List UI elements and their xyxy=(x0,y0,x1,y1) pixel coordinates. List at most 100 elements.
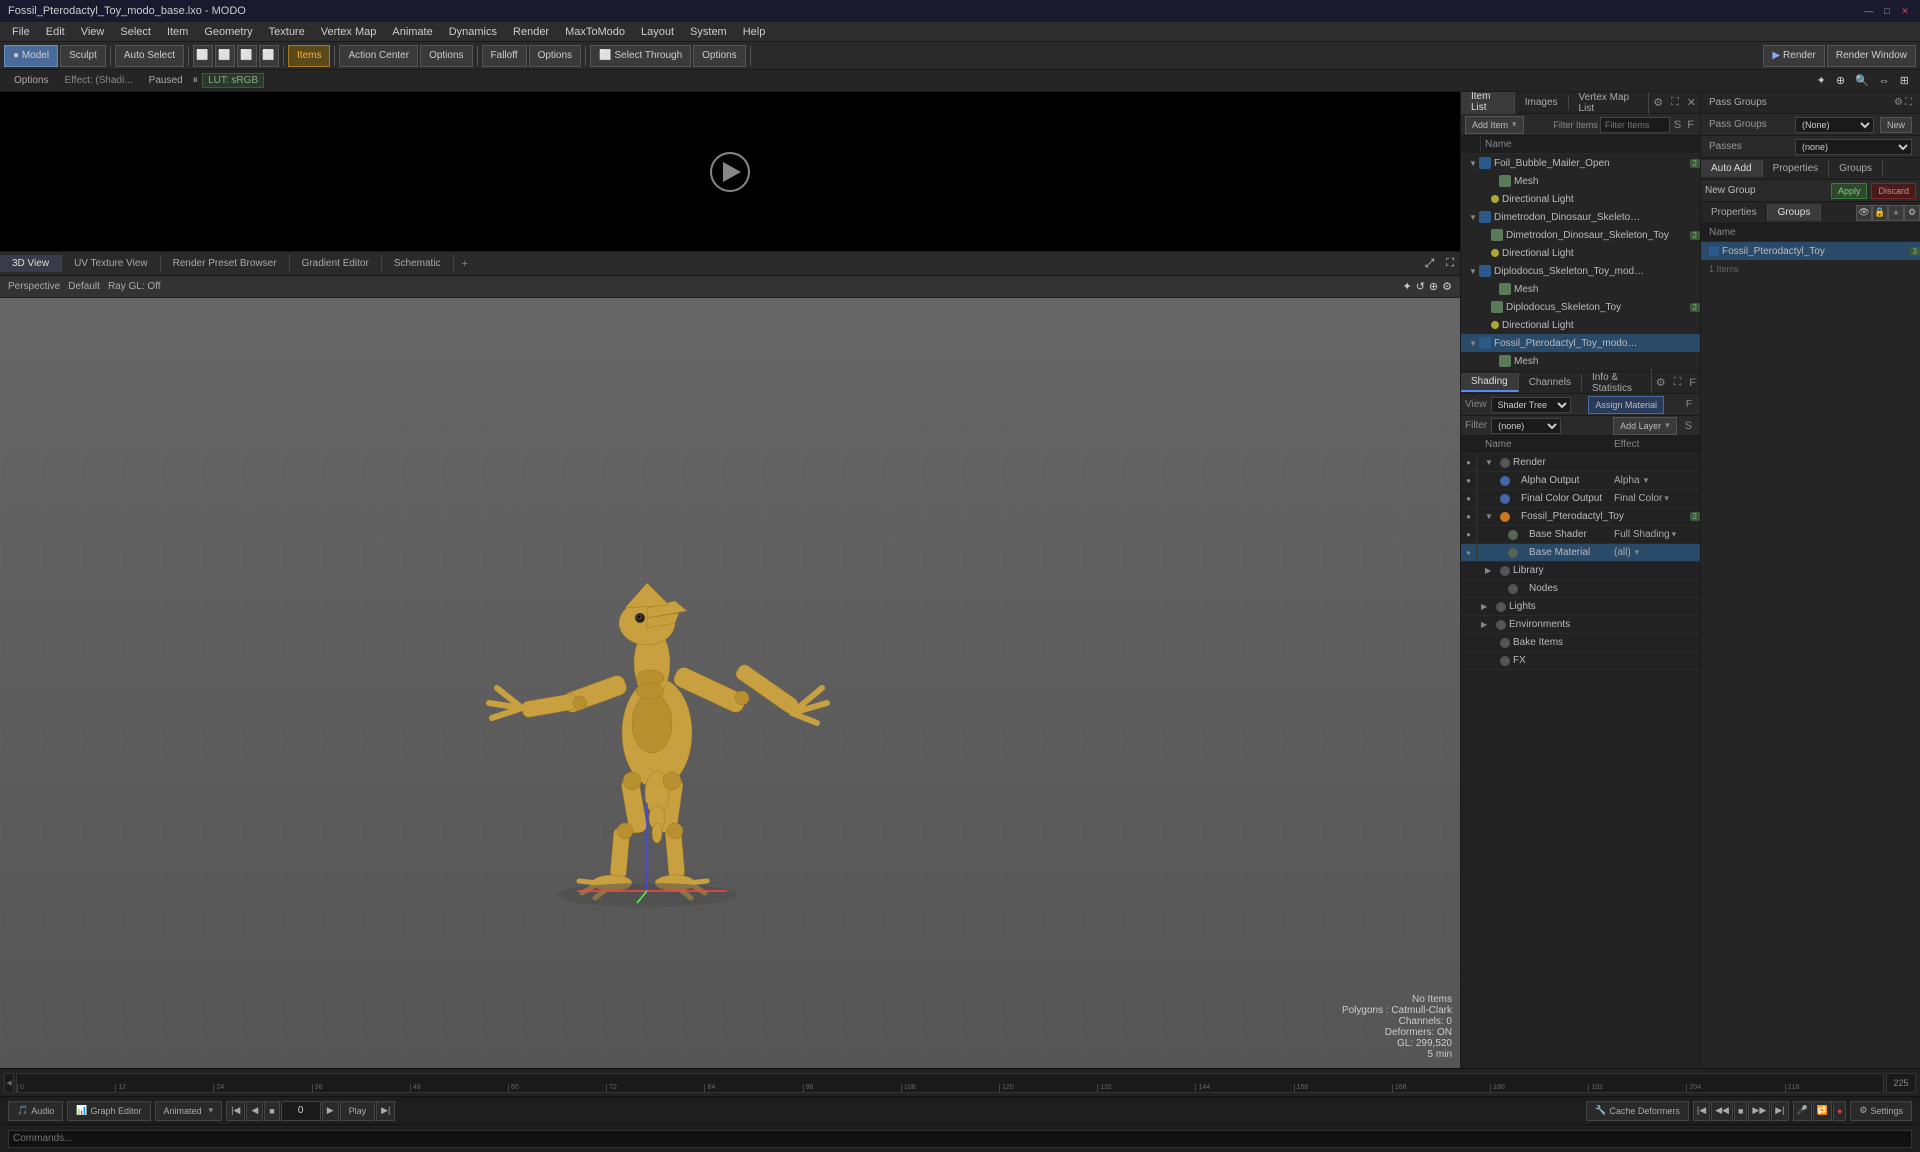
prev-frame-btn[interactable]: ◀ xyxy=(246,1101,263,1121)
tree-item-diplodocus-light[interactable]: Directional Light xyxy=(1461,316,1700,334)
tb-icon3[interactable]: ⬜ xyxy=(237,45,257,67)
pass-groups-new-btn[interactable]: New xyxy=(1880,117,1912,133)
shader-row-render[interactable]: ● ▼ Render xyxy=(1461,454,1700,472)
menu-view[interactable]: View xyxy=(73,24,113,40)
graph-editor-btn[interactable]: 📊 Graph Editor xyxy=(67,1101,150,1121)
shader-row-library[interactable]: ● ▶ Library xyxy=(1461,562,1700,580)
groups-lock-btn[interactable]: 🔒 xyxy=(1872,205,1888,221)
vis-render-btn[interactable]: ● xyxy=(1461,454,1477,472)
close-btn[interactable]: ✕ xyxy=(1898,4,1912,18)
tab-images[interactable]: Images xyxy=(1515,95,1569,110)
groups-eye-btn[interactable]: 👁 xyxy=(1856,205,1872,221)
render-window-btn[interactable]: Render Window xyxy=(1827,45,1916,67)
tab-gradient-editor[interactable]: Gradient Editor xyxy=(290,255,382,272)
items-btn[interactable]: Items xyxy=(288,45,330,67)
tb-icon4[interactable]: ⬜ xyxy=(259,45,279,67)
minimize-btn[interactable]: — xyxy=(1862,4,1876,18)
tree-item-diplodocus[interactable]: ▼ Diplodocus_Skeleton_Toy_modo_base.lxo xyxy=(1461,262,1700,280)
vp-icon1[interactable]: ✦ xyxy=(1814,74,1829,87)
tab-channels[interactable]: Channels xyxy=(1519,374,1582,391)
options1-btn[interactable]: Options xyxy=(420,45,472,67)
auto-select-btn[interactable]: Auto Select xyxy=(115,45,184,67)
falloff-btn[interactable]: Falloff xyxy=(482,45,527,67)
prev-key-btn[interactable]: |◀ xyxy=(226,1101,245,1121)
tab-item-list[interactable]: Item List xyxy=(1461,92,1515,117)
next-frame-btn[interactable]: ▶| xyxy=(376,1101,395,1121)
tree-item-foil-light[interactable]: Directional Light xyxy=(1461,190,1700,208)
shader-row-base-material[interactable]: ● Base Material (all) ▾ xyxy=(1461,544,1700,562)
groups-tree-fossil[interactable]: Fossil_Pterodactyl_Toy 3 xyxy=(1701,242,1920,260)
t-icon4[interactable]: ▶▶ xyxy=(1748,1101,1770,1121)
render-btn[interactable]: ▶ Render xyxy=(1763,45,1825,67)
tb-icon2[interactable]: ⬜ xyxy=(215,45,235,67)
shading-f-btn[interactable]: F xyxy=(1682,399,1696,410)
animated-btn[interactable]: Animated ▾ xyxy=(155,1101,223,1121)
menu-maxToModo[interactable]: MaxToModo xyxy=(557,24,633,40)
menu-file[interactable]: File xyxy=(4,24,38,40)
filter-f-icon[interactable]: F xyxy=(1685,119,1696,131)
menu-item[interactable]: Item xyxy=(159,24,196,40)
menu-layout[interactable]: Layout xyxy=(633,24,682,40)
assign-material-btn[interactable]: Assign Material xyxy=(1588,396,1664,414)
settings-btn[interactable]: ⚙ Settings xyxy=(1850,1101,1912,1121)
subtab-groups[interactable]: Groups xyxy=(1768,204,1822,221)
vp-icon5[interactable]: ⊞ xyxy=(1897,74,1912,87)
cmd-input[interactable] xyxy=(8,1130,1912,1148)
menu-select[interactable]: Select xyxy=(112,24,159,40)
options2-btn[interactable]: Options xyxy=(529,45,581,67)
options3-btn[interactable]: Options xyxy=(693,45,745,67)
mode-model-btn[interactable]: ● Model xyxy=(4,45,58,67)
vp-ctrl2[interactable]: ↺ xyxy=(1416,280,1425,293)
groups-add-btn[interactable]: + xyxy=(1888,205,1904,221)
tree-item-foil[interactable]: ▼ Foil_Bubble_Mailer_Open 2 xyxy=(1461,154,1700,172)
add-item-btn[interactable]: Add Item ▾ xyxy=(1465,116,1524,134)
t-icon2[interactable]: ◀◀ xyxy=(1711,1101,1733,1121)
discard-btn[interactable]: Discard xyxy=(1871,183,1916,199)
filter-select[interactable]: (none) xyxy=(1491,418,1561,434)
maximize-btn[interactable]: □ xyxy=(1880,4,1894,18)
audio-btn[interactable]: 🎵 Audio xyxy=(8,1101,63,1121)
tree-item-dimetrodon[interactable]: ▼ Dimetrodon_Dinosaur_Skeleton_Toy_mo... xyxy=(1461,208,1700,226)
panel-close-icon[interactable]: ✕ xyxy=(1683,96,1700,109)
play-btn[interactable]: ▶ xyxy=(322,1101,339,1121)
shading-f-icon[interactable]: F xyxy=(1685,377,1700,389)
t-icon5[interactable]: ▶| xyxy=(1771,1101,1788,1121)
shading-settings-icon[interactable]: ⚙ xyxy=(1652,376,1670,389)
tree-item-foil-mesh[interactable]: Mesh xyxy=(1461,172,1700,190)
cache-deformers-btn[interactable]: 🔧 Cache Deformers xyxy=(1586,1101,1689,1121)
vis-alpha-btn[interactable]: ● xyxy=(1461,472,1477,490)
vp-ctrl1[interactable]: ✦ xyxy=(1402,280,1411,293)
tab-vertex-map-list[interactable]: Vertex Map List xyxy=(1569,92,1650,116)
loop-btn[interactable]: 🔁 xyxy=(1813,1101,1832,1121)
shader-row-nodes[interactable]: ● Nodes xyxy=(1461,580,1700,598)
tab-schematic[interactable]: Schematic xyxy=(382,255,454,272)
subtab-properties[interactable]: Properties xyxy=(1701,204,1768,221)
library-expand[interactable]: ▶ xyxy=(1485,566,1497,575)
panel-settings-icon[interactable]: ⚙ xyxy=(1649,96,1667,109)
menu-texture[interactable]: Texture xyxy=(261,24,313,40)
tree-item-diplodocus-mesh[interactable]: Mesh xyxy=(1461,280,1700,298)
vp-ctrl4[interactable]: ⚙ xyxy=(1442,280,1452,293)
vp-icon3[interactable]: 🔍 xyxy=(1852,74,1872,87)
select-through-btn[interactable]: ⬜ Select Through xyxy=(590,45,691,67)
menu-dynamics[interactable]: Dynamics xyxy=(441,24,505,40)
vis-fossil-grp-btn[interactable]: ● xyxy=(1461,508,1477,526)
t-icon3[interactable]: ■ xyxy=(1734,1101,1747,1121)
shader-row-alpha[interactable]: ● Alpha Output Alpha ▾ xyxy=(1461,472,1700,490)
add-layer-btn[interactable]: Add Layer ▾ xyxy=(1613,417,1677,435)
menu-help[interactable]: Help xyxy=(735,24,774,40)
tree-item-fossil-toy[interactable]: Fossil_Pterodactyl_Toy 2 xyxy=(1461,370,1700,371)
shader-tree-select[interactable]: Shader Tree xyxy=(1491,397,1571,413)
tree-item-dimetrodon-mesh[interactable]: Dimetrodon_Dinosaur_Skeleton_Toy 2 xyxy=(1461,226,1700,244)
vp-icon2[interactable]: ⊕ xyxy=(1833,74,1848,87)
mode-sculpt-btn[interactable]: Sculpt xyxy=(60,45,106,67)
menu-render[interactable]: Render xyxy=(505,24,557,40)
passes-select[interactable]: (none) xyxy=(1795,139,1912,155)
menu-system[interactable]: System xyxy=(682,24,735,40)
vis-final-btn[interactable]: ● xyxy=(1461,490,1477,508)
tb-icon1[interactable]: ⬜ xyxy=(193,45,213,67)
vp-ctrl3[interactable]: ⊕ xyxy=(1429,280,1438,293)
filter-icon[interactable]: S xyxy=(1672,119,1683,131)
tab-3dview[interactable]: 3D View xyxy=(0,255,62,272)
render-expand-arrow[interactable]: ▼ xyxy=(1485,458,1497,467)
